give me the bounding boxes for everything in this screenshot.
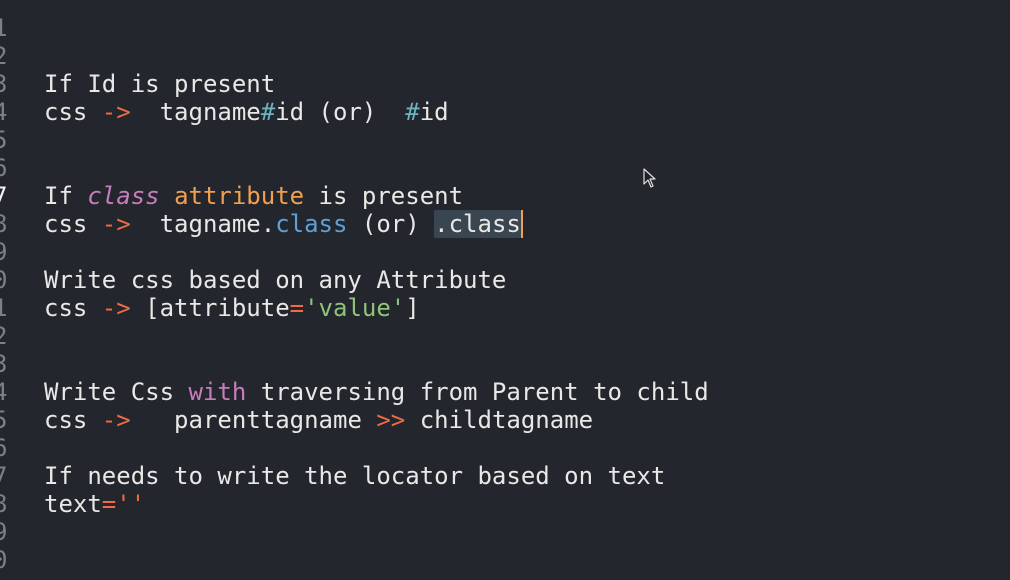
editor-line: 6 If needs to write the locator based on… [0, 406, 1010, 490]
editor-line: 2 If Id is present [0, 14, 1010, 98]
editor-line: 4 css -> parenttagname >> childtagname [0, 350, 1010, 434]
editor-line: 0 css -> [attribute='value'] [0, 238, 1010, 322]
editor-line: 5 [0, 98, 1010, 154]
mouse-pointer-icon [643, 168, 656, 188]
line-number: 0 [0, 546, 8, 574]
editor-line: 6 If class attribute is present [0, 126, 1010, 210]
code-editor[interactable]: 1 2 If Id is present 3 css -> tagname#id… [0, 0, 1010, 580]
editor-line: 8 [0, 462, 1010, 518]
editor-line: 1 [0, 0, 1010, 42]
editor-line: 4 [0, 70, 1010, 126]
editor-line: 3 Write Css with traversing from Parent … [0, 322, 1010, 406]
editor-line: 3 css -> tagname#id (or) #id [0, 42, 1010, 126]
editor-line: 5 [0, 378, 1010, 434]
editor-line-active: 7 css -> tagname.class (or) .class [0, 154, 1010, 238]
editor-line: 8 [0, 182, 1010, 238]
editor-line: 9 Write css based on any Attribute [0, 210, 1010, 294]
editor-line: 2 [0, 294, 1010, 350]
editor-line: 9 [0, 490, 1010, 546]
editor-line: 1 [0, 266, 1010, 322]
editor-line: 7 text='' [0, 434, 1010, 518]
editor-line: 0 [0, 518, 1010, 574]
